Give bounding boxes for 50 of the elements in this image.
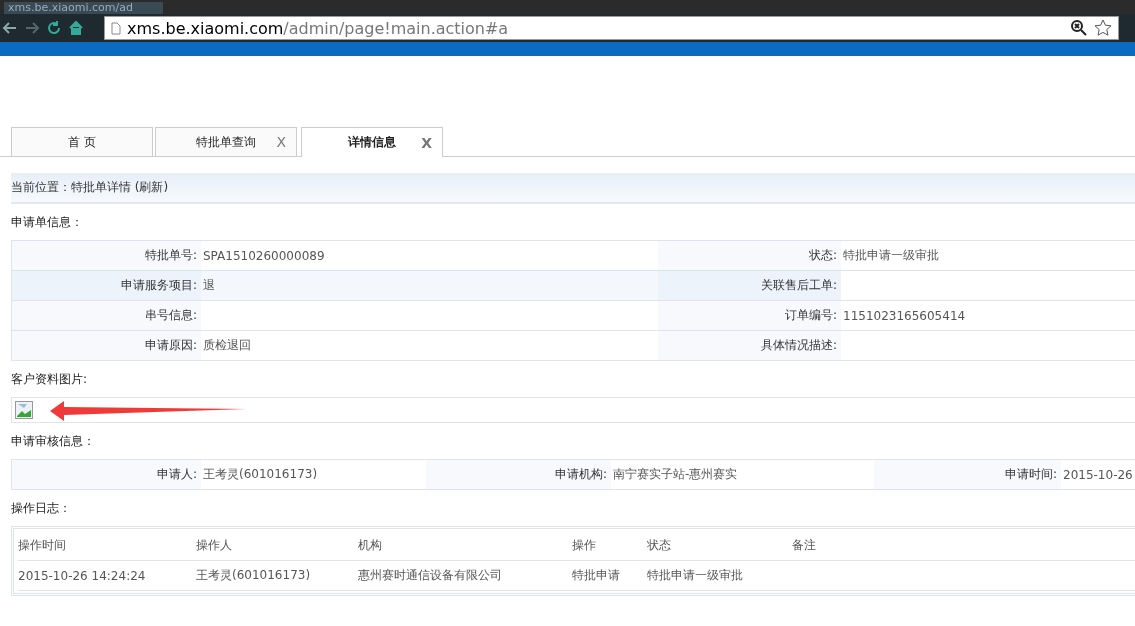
field-label: 订单编号: (784, 307, 837, 324)
field-label: 申请服务项目: (120, 277, 197, 294)
section-title: 客户资料图片: (11, 370, 88, 388)
field-label: 串号信息: (144, 307, 197, 324)
column-header: 机构 (358, 537, 383, 554)
reload-icon[interactable] (46, 20, 62, 36)
field-label: 关联售后工单: (760, 277, 837, 294)
back-icon[interactable] (2, 20, 18, 36)
field-value: 1151023165605414 (843, 308, 966, 323)
address-bar[interactable]: xms.be.xiaomi.com/admin/page!main.action#a (104, 16, 1119, 40)
tab[interactable]: 特批单查询 X (155, 127, 297, 157)
close-icon[interactable]: X (421, 134, 432, 151)
zoom-icon[interactable] (1070, 19, 1088, 37)
field-value: 特批申请一级审批 (843, 247, 939, 264)
field-value: 退 (203, 277, 215, 294)
field-value: 2015-10-26 (1063, 467, 1133, 482)
field-label: 特批单号: (144, 247, 197, 264)
column-header: 操作 (572, 537, 597, 554)
table-cell-text: 王考灵(601016173) (196, 567, 312, 584)
broken-image-icon (15, 401, 33, 419)
field-label: 申请人: (156, 466, 197, 483)
section-title: 申请单信息： (11, 213, 83, 231)
column-header: 操作时间 (18, 537, 67, 554)
field-label: 具体情况描述: (760, 337, 837, 354)
field-label: 申请时间: (1004, 466, 1057, 483)
home-icon[interactable] (68, 20, 84, 36)
forward-icon[interactable] (24, 20, 40, 36)
table-cell-text: 惠州赛时通信设备有限公司 (358, 567, 503, 584)
table-cell-text: 特批申请 (572, 567, 621, 584)
field-value: 质检退回 (203, 337, 251, 354)
table-cell-text: 2015-10-26 14:24:24 (18, 568, 147, 583)
field-label: 状态: (808, 247, 837, 264)
column-header: 操作人 (196, 537, 233, 554)
section-title: 申请审核信息： (11, 432, 95, 450)
field-value: SPA1510260000089 (203, 248, 325, 263)
page-icon (111, 21, 121, 35)
tab[interactable]: 详情信息 X (301, 127, 443, 157)
field-label: 申请机构: (554, 466, 607, 483)
breadcrumb: 当前位置：特批单详情 (刷新) (11, 179, 169, 196)
section-title: 操作日志： (11, 499, 71, 517)
star-icon[interactable] (1094, 19, 1112, 37)
column-header: 状态 (647, 537, 672, 554)
field-value: 王考灵(601016173) (203, 466, 318, 483)
field-value: 南宁赛实子站-惠州赛实 (613, 466, 738, 483)
close-icon[interactable]: X (276, 134, 286, 150)
browser-tab[interactable]: xms.be.xiaomi.com/ad (4, 2, 163, 14)
column-header: 备注 (792, 537, 817, 554)
table-cell-text: 特批申请一级审批 (647, 567, 744, 584)
field-label: 申请原因: (144, 337, 197, 354)
tab[interactable]: 首 页 (11, 127, 153, 157)
